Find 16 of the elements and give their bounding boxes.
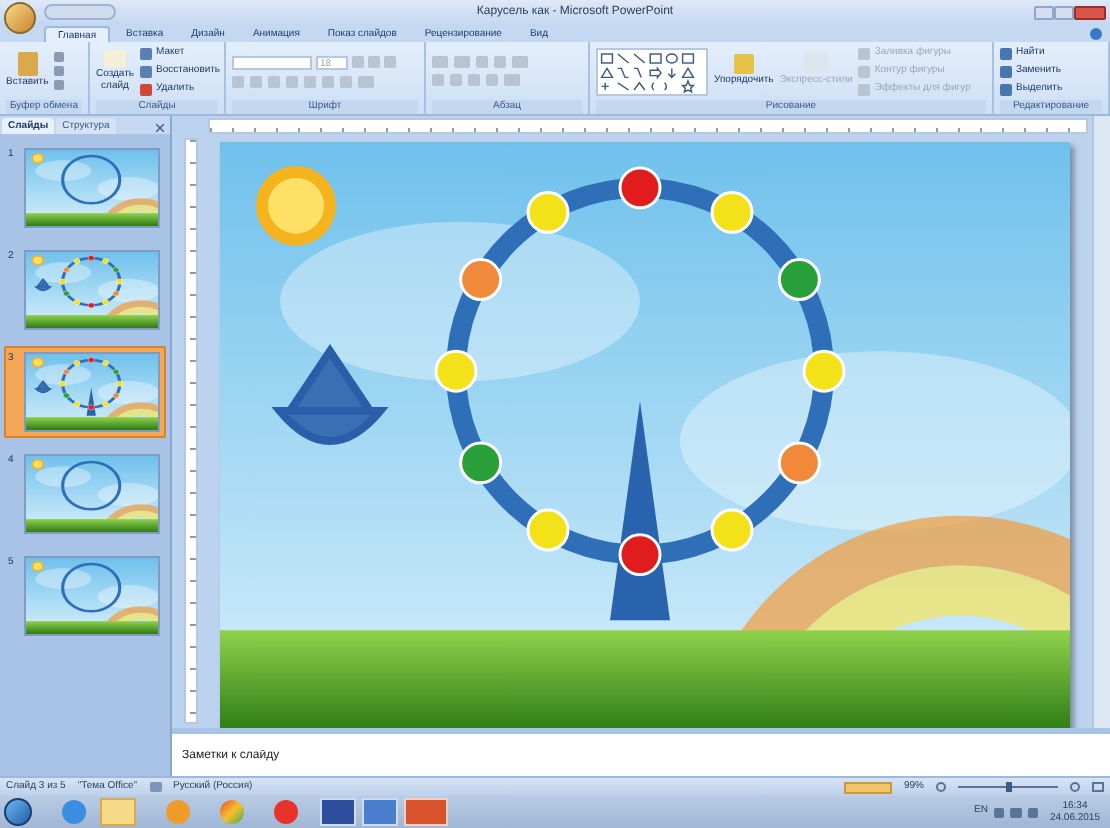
minimize-button[interactable] bbox=[1034, 5, 1054, 19]
help-icon[interactable] bbox=[1090, 28, 1102, 40]
font-name-field[interactable] bbox=[232, 55, 312, 69]
close-button[interactable] bbox=[1074, 5, 1106, 19]
maximize-button[interactable] bbox=[1054, 5, 1074, 19]
office-button[interactable] bbox=[4, 2, 36, 34]
slide-thumbnail bbox=[24, 556, 160, 636]
shapes-gallery-icon[interactable] bbox=[596, 47, 708, 95]
close-icon[interactable] bbox=[156, 124, 170, 134]
slide-thumbnail bbox=[24, 352, 160, 432]
zoom-thumb[interactable] bbox=[1005, 782, 1011, 792]
slide-thumbnail bbox=[24, 454, 160, 534]
view-buttons[interactable] bbox=[843, 781, 892, 793]
slide-thumbnail bbox=[24, 148, 160, 228]
start-button[interactable] bbox=[4, 798, 32, 826]
slide-thumbnail bbox=[24, 250, 160, 330]
